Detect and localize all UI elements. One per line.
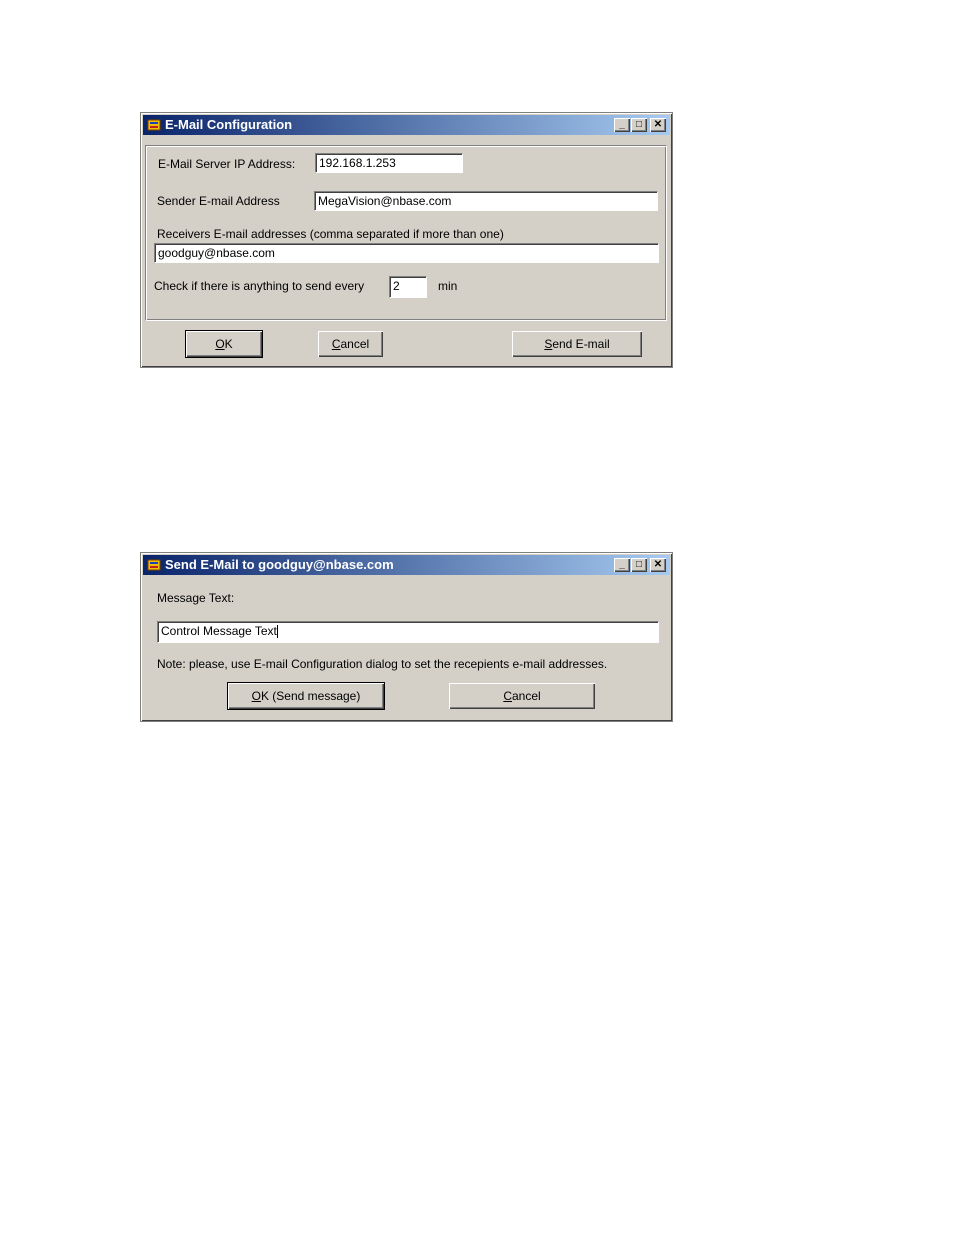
close-icon[interactable]: ✕ xyxy=(650,118,666,132)
server-ip-input[interactable]: 192.168.1.253 xyxy=(315,153,463,173)
interval-input[interactable]: 2 xyxy=(389,276,427,298)
server-ip-label: E-Mail Server IP Address: xyxy=(158,157,296,171)
sender-email-input[interactable]: MegaVision@nbase.com xyxy=(314,191,658,211)
close-icon[interactable]: ✕ xyxy=(650,558,666,572)
send-label: end E-mail xyxy=(552,337,610,351)
receivers-label: Receivers E-mail addresses (comma separa… xyxy=(157,227,504,241)
cancel-button[interactable]: Cancel xyxy=(318,331,383,357)
interval-unit-label: min xyxy=(438,279,458,293)
minimize-icon[interactable]: _ xyxy=(614,558,630,572)
cancel-label: ancel xyxy=(340,337,370,351)
cancel-label: ancel xyxy=(511,689,541,703)
maximize-icon[interactable]: □ xyxy=(631,118,647,132)
text-caret xyxy=(276,625,278,639)
title-bar[interactable]: E-Mail Configuration _ □ ✕ xyxy=(143,115,670,135)
minimize-icon[interactable]: _ xyxy=(614,118,630,132)
email-configuration-dialog: E-Mail Configuration _ □ ✕ E-Mail Server… xyxy=(140,112,673,368)
message-text-label: Message Text: xyxy=(157,591,235,605)
app-icon xyxy=(147,119,161,131)
message-text-value: Control Message Text xyxy=(161,624,277,638)
cancel-button[interactable]: Cancel xyxy=(449,683,595,709)
ok-mnemonic: O xyxy=(251,689,261,703)
sender-label: Sender E-mail Address xyxy=(157,194,280,208)
ok-button[interactable]: OK xyxy=(185,330,263,358)
ok-label: K (Send message) xyxy=(260,689,361,703)
send-email-button[interactable]: Send E-mail xyxy=(512,331,642,357)
receivers-email-input[interactable]: goodguy@nbase.com xyxy=(154,243,659,263)
maximize-icon[interactable]: □ xyxy=(631,558,647,572)
title-bar[interactable]: Send E-Mail to goodguy@nbase.com _ □ ✕ xyxy=(143,555,670,575)
cancel-mnemonic: C xyxy=(503,689,512,703)
ok-mnemonic: O xyxy=(215,337,225,351)
app-icon xyxy=(147,559,161,571)
ok-send-message-button[interactable]: OK (Send message) xyxy=(227,682,385,710)
message-text-input[interactable]: Control Message Text xyxy=(157,621,659,643)
note-text: Note: please, use E-mail Configuration d… xyxy=(157,657,608,671)
window-title: E-Mail Configuration xyxy=(165,117,293,132)
send-email-dialog: Send E-Mail to goodguy@nbase.com _ □ ✕ M… xyxy=(140,552,673,722)
ok-label: K xyxy=(224,337,233,351)
interval-label: Check if there is anything to send every xyxy=(154,279,365,293)
window-title: Send E-Mail to goodguy@nbase.com xyxy=(165,557,394,572)
